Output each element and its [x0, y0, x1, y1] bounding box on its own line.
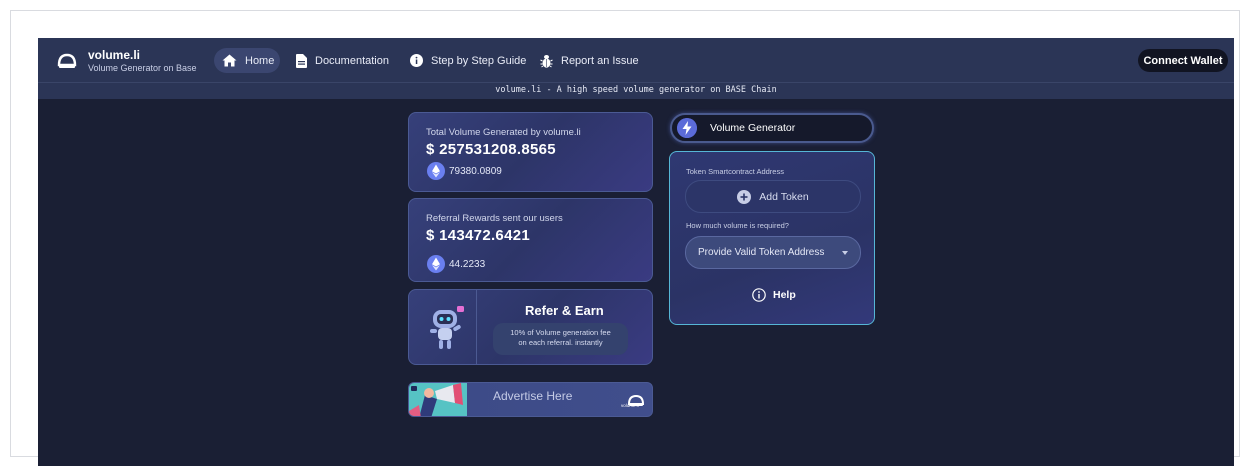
help-label: Help: [773, 289, 796, 301]
ethereum-icon: [427, 162, 445, 180]
tagline-bar: volume.li - A high speed volume generato…: [38, 82, 1234, 99]
caret-down-icon: [842, 251, 848, 255]
nav-guide[interactable]: Step by Step Guide: [410, 48, 526, 73]
referral-eth-value: 44.2233: [449, 258, 486, 270]
logo-icon: [56, 50, 78, 72]
nav-report-label: Report an Issue: [561, 54, 639, 67]
referral-rewards-card: Referral Rewards sent our users $ 143472…: [408, 198, 653, 282]
tab-volume-generator[interactable]: Volume Generator: [670, 113, 874, 143]
document-icon: [296, 53, 307, 68]
home-icon: [222, 54, 237, 67]
volume-generator-panel: Token Smartcontract Address Add Token Ho…: [669, 151, 875, 325]
brand-name: volume.li: [88, 48, 141, 62]
total-volume-value: $ 257531208.8565: [426, 141, 556, 158]
brand-subtitle: Volume Generator on Base: [88, 63, 197, 73]
volume-required-label: How much volume is required?: [686, 221, 789, 230]
total-eth-value: 79380.0809: [449, 165, 502, 177]
refer-desc-line2: on each referral. instantly: [518, 338, 603, 347]
megaphone-illustration: [409, 383, 467, 416]
help-button[interactable]: Help: [752, 288, 796, 302]
tagline: volume.li - A high speed volume generato…: [495, 85, 777, 95]
referral-eth-row: 44.2233: [427, 255, 485, 273]
tab-volume-generator-label: Volume Generator: [710, 122, 796, 134]
app-root: volume.li Volume Generator on Base Home …: [38, 38, 1234, 466]
nav-report[interactable]: Report an Issue: [540, 48, 639, 73]
add-token-label: Add Token: [759, 190, 809, 203]
connect-wallet-button[interactable]: Connect Wallet: [1138, 49, 1228, 72]
info-icon: [410, 54, 423, 67]
refer-earn-title: Refer & Earn: [525, 303, 604, 318]
volume-select[interactable]: Provide Valid Token Address: [685, 236, 861, 269]
add-token-button[interactable]: Add Token: [685, 180, 861, 213]
refer-earn-description: 10% of Volume generation fee on each ref…: [493, 323, 628, 355]
advertise-text: Advertise Here: [493, 389, 573, 403]
total-eth-row: 79380.0809: [427, 162, 502, 180]
refer-earn-card[interactable]: Refer & Earn 10% of Volume generation fe…: [408, 289, 653, 365]
token-address-label: Token Smartcontract Address: [686, 167, 784, 176]
total-volume-label: Total Volume Generated by volume.li: [426, 127, 581, 138]
nav-home-label: Home: [245, 54, 275, 67]
ethereum-icon: [427, 255, 445, 273]
plus-circle-icon: [737, 189, 752, 204]
volume-select-value: Provide Valid Token Address: [698, 247, 825, 258]
lightning-icon: [677, 118, 697, 138]
ad-logo-text: volume.li: [621, 403, 639, 408]
robot-illustration: [430, 306, 464, 349]
brand[interactable]: volume.li Volume Generator on Base: [56, 46, 206, 76]
nav-documentation[interactable]: Documentation: [296, 48, 389, 73]
logo-icon: [627, 394, 645, 406]
nav-documentation-label: Documentation: [315, 54, 389, 67]
advertise-banner[interactable]: Advertise Here volume.li: [408, 382, 653, 417]
total-volume-card: Total Volume Generated by volume.li $ 25…: [408, 112, 653, 192]
refer-desc-line1: 10% of Volume generation fee: [510, 328, 611, 337]
nav-guide-label: Step by Step Guide: [431, 54, 527, 67]
refer-divider: [476, 290, 477, 364]
nav-home[interactable]: Home: [214, 48, 280, 73]
info-circle-icon: [752, 288, 766, 302]
referral-rewards-label: Referral Rewards sent our users: [426, 213, 563, 224]
referral-rewards-value: $ 143472.6421: [426, 227, 530, 244]
browser-frame: volume.li Volume Generator on Base Home …: [10, 10, 1240, 466]
navbar: volume.li Volume Generator on Base Home …: [38, 38, 1234, 82]
bug-icon: [540, 54, 553, 68]
